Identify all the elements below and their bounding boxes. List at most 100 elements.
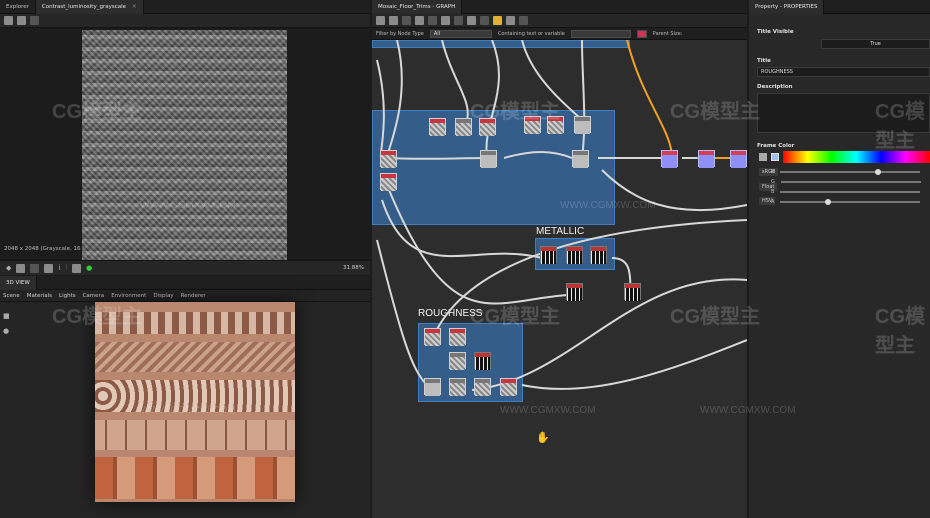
- graph-filterbar: Filter by Node Type All Containing text …: [372, 28, 747, 40]
- search-placeholder: Containing text or variable: [497, 30, 565, 37]
- graph-node[interactable]: [566, 246, 583, 264]
- node-icon[interactable]: [402, 16, 411, 25]
- graph-panel: Mosaic_Floor_Trims - GRAPH Filter by Nod…: [372, 0, 747, 518]
- hue-spectrum[interactable]: [783, 151, 930, 163]
- graph-canvas[interactable]: METALLIC ROUGHNESS: [372, 40, 747, 518]
- tab-2d-view[interactable]: Contrast_luminosity_grayscale ✕: [35, 0, 144, 14]
- image-size-status: 2048 x 2048 (Grayscale, 16: [4, 246, 81, 252]
- title-visible-label: Title Visible: [757, 29, 794, 35]
- tab-graph[interactable]: Mosaic_Floor_Trims - GRAPH: [372, 0, 463, 14]
- layers-icon[interactable]: ◆: [6, 264, 11, 273]
- 3d-view-tabbar: 3D VIEW: [0, 276, 370, 290]
- graph-node[interactable]: [424, 378, 441, 396]
- color-swatch[interactable]: [771, 153, 779, 161]
- tab-3d-view[interactable]: 3D VIEW: [0, 276, 37, 290]
- connect-icon[interactable]: [506, 16, 515, 25]
- slider-g[interactable]: G: [771, 179, 921, 185]
- graph-node[interactable]: [540, 246, 557, 264]
- graph-node[interactable]: [455, 118, 472, 136]
- graph-node[interactable]: [449, 328, 466, 346]
- graph-node[interactable]: [547, 116, 564, 134]
- channel-icon[interactable]: [16, 263, 26, 273]
- tab-graph-label: Mosaic_Floor_Trims - GRAPH: [378, 3, 456, 10]
- search-input[interactable]: [570, 29, 631, 38]
- graph-node[interactable]: [624, 283, 641, 301]
- graph-node[interactable]: [380, 173, 397, 191]
- graph-node[interactable]: [449, 352, 466, 370]
- frame-color-label: Frame Color: [757, 143, 795, 149]
- zoom-level[interactable]: 31.88%: [343, 265, 364, 271]
- hand-cursor-icon: ✋: [536, 431, 550, 444]
- graph-node[interactable]: [479, 118, 496, 136]
- menu-camera[interactable]: Camera: [83, 293, 105, 299]
- slider-b-label: B: [771, 189, 775, 195]
- pin-icon[interactable]: ✕: [132, 4, 137, 10]
- refresh-icon[interactable]: [519, 16, 528, 25]
- grid-icon[interactable]: [44, 263, 54, 273]
- menu-materials[interactable]: Materials: [27, 293, 52, 299]
- menu-renderer[interactable]: Renderer: [181, 293, 206, 299]
- description-label: Description: [757, 84, 793, 90]
- 3d-side-tools: ■ ●: [3, 312, 10, 336]
- pin-node-icon[interactable]: [454, 16, 463, 25]
- graph-node[interactable]: [524, 116, 541, 134]
- menu-display[interactable]: Display: [153, 293, 173, 299]
- view-icon[interactable]: [636, 29, 647, 38]
- histogram-icon[interactable]: ⫶: [65, 264, 67, 273]
- menu-lights[interactable]: Lights: [59, 293, 76, 299]
- pattern-band: [95, 342, 295, 372]
- 2d-view-bottombar: ◆ i ⫶ ● 31.88%: [0, 260, 370, 275]
- graph-node[interactable]: [574, 116, 591, 134]
- graph-node[interactable]: [380, 150, 397, 168]
- mosaic-icon[interactable]: [389, 16, 398, 25]
- graph-node[interactable]: [572, 150, 589, 168]
- graph-node[interactable]: [429, 118, 446, 136]
- graph-node[interactable]: [500, 378, 517, 396]
- graph-node[interactable]: [449, 378, 466, 396]
- comment-icon[interactable]: [441, 16, 450, 25]
- wave-border: [95, 312, 295, 334]
- alpha-icon[interactable]: [30, 263, 40, 273]
- description-input[interactable]: [757, 93, 930, 133]
- graph-node[interactable]: [590, 246, 607, 264]
- slider-a[interactable]: A: [771, 199, 921, 205]
- 2d-view-tabbar: Explorer Contrast_luminosity_grayscale ✕: [0, 0, 370, 14]
- graph-tabbar: Mosaic_Floor_Trims - GRAPH: [372, 0, 747, 14]
- graph-wires: [376, 40, 747, 391]
- graph-node[interactable]: [480, 150, 497, 168]
- frame-icon[interactable]: [376, 16, 385, 25]
- graph-node[interactable]: [474, 378, 491, 396]
- slider-r[interactable]: R: [771, 169, 921, 175]
- bake-icon[interactable]: [480, 16, 489, 25]
- menu-scene[interactable]: Scene: [3, 293, 20, 299]
- eyedropper-icon[interactable]: [759, 153, 767, 161]
- title-input[interactable]: ROUGHNESS: [757, 67, 930, 77]
- graph-output-node[interactable]: [661, 150, 678, 168]
- info-icon[interactable]: i: [58, 264, 60, 273]
- save-icon[interactable]: [17, 16, 26, 25]
- align-icon[interactable]: [415, 16, 424, 25]
- menu-environment[interactable]: Environment: [111, 293, 146, 299]
- title-label: Title: [757, 58, 771, 64]
- title-visible-toggle[interactable]: True: [821, 39, 930, 49]
- color-picker-icon[interactable]: [72, 263, 82, 273]
- tab-2d-view-label: Contrast_luminosity_grayscale: [41, 3, 127, 10]
- graph-node[interactable]: [424, 328, 441, 346]
- light-icon[interactable]: ●: [3, 327, 10, 336]
- tab-properties[interactable]: Property - PROPERTIES: [749, 0, 825, 14]
- distribute-icon[interactable]: [428, 16, 437, 25]
- graph-node[interactable]: [566, 283, 583, 301]
- tab-explorer[interactable]: Explorer: [0, 0, 36, 14]
- fx-icon[interactable]: [467, 16, 476, 25]
- slider-b[interactable]: B: [771, 189, 921, 195]
- graph-output-node[interactable]: [698, 150, 715, 168]
- key-pattern-band: [95, 420, 295, 450]
- graph-node[interactable]: [474, 352, 491, 370]
- camera-icon[interactable]: ■: [3, 312, 10, 321]
- status-dot-icon: ●: [86, 263, 93, 272]
- filter-select[interactable]: All: [429, 29, 492, 38]
- output-icon[interactable]: [493, 16, 502, 25]
- graph-output-node[interactable]: [730, 150, 747, 168]
- export-icon[interactable]: [30, 16, 39, 25]
- image-icon[interactable]: [4, 16, 13, 25]
